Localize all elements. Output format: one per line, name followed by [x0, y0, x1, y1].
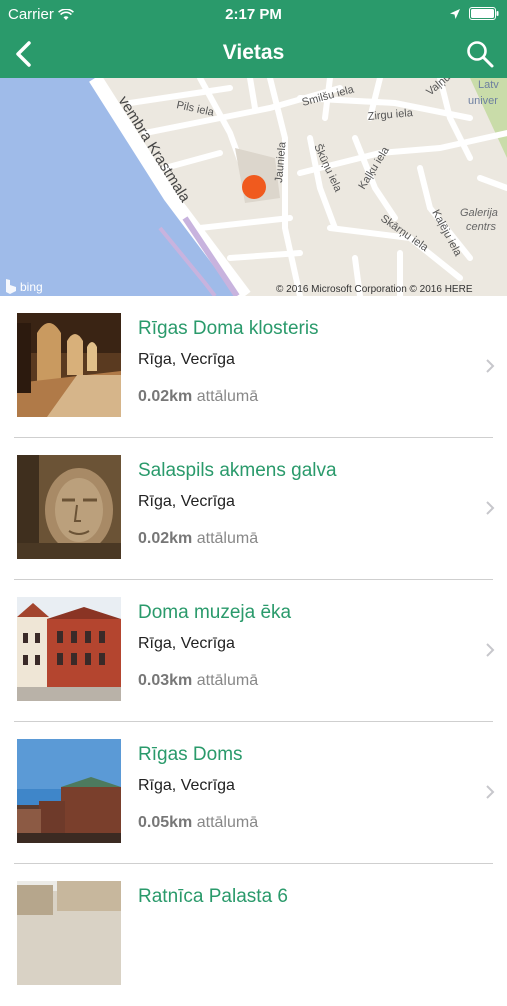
- list-item[interactable]: Ratnīca Palasta 6: [0, 864, 507, 1006]
- map-label-univ-2: univer: [468, 95, 498, 107]
- battery-icon: [469, 7, 499, 20]
- place-name: Rīgas Doma klosteris: [138, 318, 319, 339]
- map-label-galerija-1: Galerija: [460, 207, 498, 219]
- map-view[interactable]: vembra Krastmala Pils iela Smilšu iela Z…: [0, 78, 507, 296]
- place-location: Rīga, Vecrīga: [138, 635, 235, 652]
- list-item[interactable]: Doma muzeja ēka Rīga, Vecrīga 0.03km att…: [0, 580, 507, 722]
- list-item[interactable]: Rīgas Doms Rīga, Vecrīga 0.05km attālumā: [0, 722, 507, 864]
- map-label-univ-1: Latv: [478, 79, 499, 91]
- svg-text:bing: bing: [20, 280, 43, 294]
- chevron-right-icon: [486, 785, 495, 799]
- place-thumbnail: [17, 313, 121, 417]
- place-name: Salaspils akmens galva: [138, 460, 337, 481]
- place-thumbnail: [17, 455, 121, 559]
- place-thumbnail: [17, 597, 121, 701]
- location-arrow-icon: [450, 8, 460, 19]
- list-item[interactable]: Salaspils akmens galva Rīga, Vecrīga 0.0…: [0, 438, 507, 580]
- place-distance: 0.02km attālumā: [138, 388, 259, 405]
- place-thumbnail: [17, 739, 121, 843]
- chevron-right-icon: [486, 501, 495, 515]
- map-copyright: © 2016 Microsoft Corporation © 2016 HERE: [276, 284, 473, 295]
- nav-bar: Vietas: [0, 30, 507, 78]
- location-marker: [242, 175, 266, 199]
- place-location: Rīga, Vecrīga: [138, 777, 235, 794]
- list-item[interactable]: Rīgas Doma klosteris Rīga, Vecrīga 0.02k…: [0, 296, 507, 438]
- map-label-galerija-2: centrs: [466, 221, 496, 233]
- page-title: Vietas: [222, 41, 285, 64]
- place-location: Rīga, Vecrīga: [138, 493, 235, 510]
- place-thumbnail: [17, 881, 121, 985]
- place-distance: 0.02km attālumā: [138, 530, 259, 547]
- clock: 2:17 PM: [225, 6, 282, 23]
- status-bar: Carrier 2:17 PM: [0, 0, 507, 30]
- place-location: Rīga, Vecrīga: [138, 351, 235, 368]
- place-name: Ratnīca Palasta 6: [138, 886, 288, 907]
- place-distance: 0.03km attālumā: [138, 672, 259, 689]
- place-name: Doma muzeja ēka: [138, 602, 292, 623]
- chevron-right-icon: [486, 359, 495, 373]
- place-name: Rīgas Doms: [138, 744, 243, 765]
- place-distance: 0.05km attālumā: [138, 814, 259, 831]
- chevron-right-icon: [486, 643, 495, 657]
- search-button[interactable]: [465, 39, 495, 69]
